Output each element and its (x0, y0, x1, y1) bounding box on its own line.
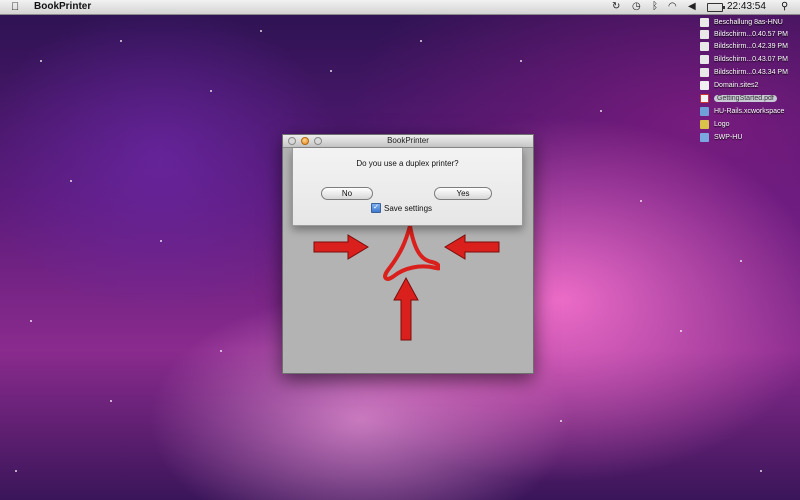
desktop-item-selected[interactable]: GettingStarted.pdf (700, 92, 777, 104)
desktop-item-label: HU-Rails.xcworkspace (714, 107, 785, 115)
desktop-item[interactable]: Bildschirm...0.43.07 PM (700, 53, 788, 65)
desktop-item-label: Domain.sites2 (714, 81, 759, 89)
volume-icon[interactable]: ◀ (688, 0, 696, 14)
desktop-item[interactable]: Logo (700, 118, 730, 130)
screenshot-icon (700, 54, 709, 64)
window-titlebar[interactable]: BookPrinter (283, 135, 533, 148)
desktop-item-label: Bildschirm...0.42.39 PM (714, 42, 788, 50)
menu-clock[interactable]: 22:43:54 (727, 0, 766, 14)
battery-icon[interactable] (707, 3, 725, 12)
desktop-item-label: GettingStarted.pdf (714, 94, 777, 102)
arrow-up-icon (393, 276, 419, 341)
folder-icon (700, 132, 709, 142)
save-settings-checkbox[interactable]: ✓ (371, 203, 381, 213)
save-settings-row[interactable]: ✓ Save settings (371, 203, 432, 213)
desktop-item-label: Bildschirm...0.40.57 PM (714, 30, 788, 38)
arrow-left-icon (444, 234, 500, 260)
desktop-item[interactable]: Bildschirm...0.42.39 PM (700, 40, 788, 52)
spotlight-icon[interactable]: ⚲ (781, 0, 788, 14)
desktop-item-label: Beschallung 8as-HNU (714, 18, 783, 26)
image-icon (700, 119, 709, 129)
bluetooth-icon[interactable]: ᛒ (652, 0, 658, 14)
desktop-item[interactable]: Bildschirm...0.40.57 PM (700, 28, 788, 40)
pdf-icon (700, 93, 709, 103)
desktop-item[interactable]: SWP-HU (700, 131, 742, 143)
desktop-item-label: Bildschirm...0.43.34 PM (714, 68, 788, 76)
sites-icon (700, 80, 709, 90)
desktop-item-label: SWP-HU (714, 133, 743, 141)
apple-icon[interactable]:  (11, 0, 19, 14)
desktop-item[interactable]: Domain.sites2 (700, 79, 758, 91)
save-settings-label: Save settings (384, 203, 433, 213)
menu-app-name[interactable]: BookPrinter (34, 0, 91, 14)
dialog-question: Do you use a duplex printer? (356, 159, 459, 168)
duplex-dialog-sheet: Do you use a duplex printer? No Yes ✓ Sa… (292, 148, 523, 226)
screenshot-icon (700, 41, 709, 51)
desktop-item[interactable]: Beschallung 8as-HNU (700, 16, 783, 28)
menu-bar:  BookPrinter ↻ ◷ ᛒ ◠ ◀ 22:43:54 ⚲ (0, 0, 800, 15)
wifi-icon[interactable]: ◠ (668, 0, 677, 14)
desktop-item-label: Logo (714, 120, 730, 128)
desktop-item[interactable]: Bildschirm...0.43.34 PM (700, 66, 788, 78)
arrow-right-icon (313, 234, 369, 260)
xcode-icon (700, 106, 709, 116)
screenshot-icon (700, 29, 709, 39)
desktop-item[interactable]: HU-Rails.xcworkspace (700, 105, 784, 117)
sync-icon[interactable]: ↻ (612, 0, 620, 14)
window-title: BookPrinter (387, 136, 429, 145)
time-machine-icon[interactable]: ◷ (632, 0, 641, 14)
yes-button[interactable]: Yes (434, 187, 492, 200)
document-icon (700, 17, 709, 27)
screenshot-icon (700, 67, 709, 77)
desktop-item-label: Bildschirm...0.43.07 PM (714, 55, 788, 63)
no-button[interactable]: No (321, 187, 373, 200)
